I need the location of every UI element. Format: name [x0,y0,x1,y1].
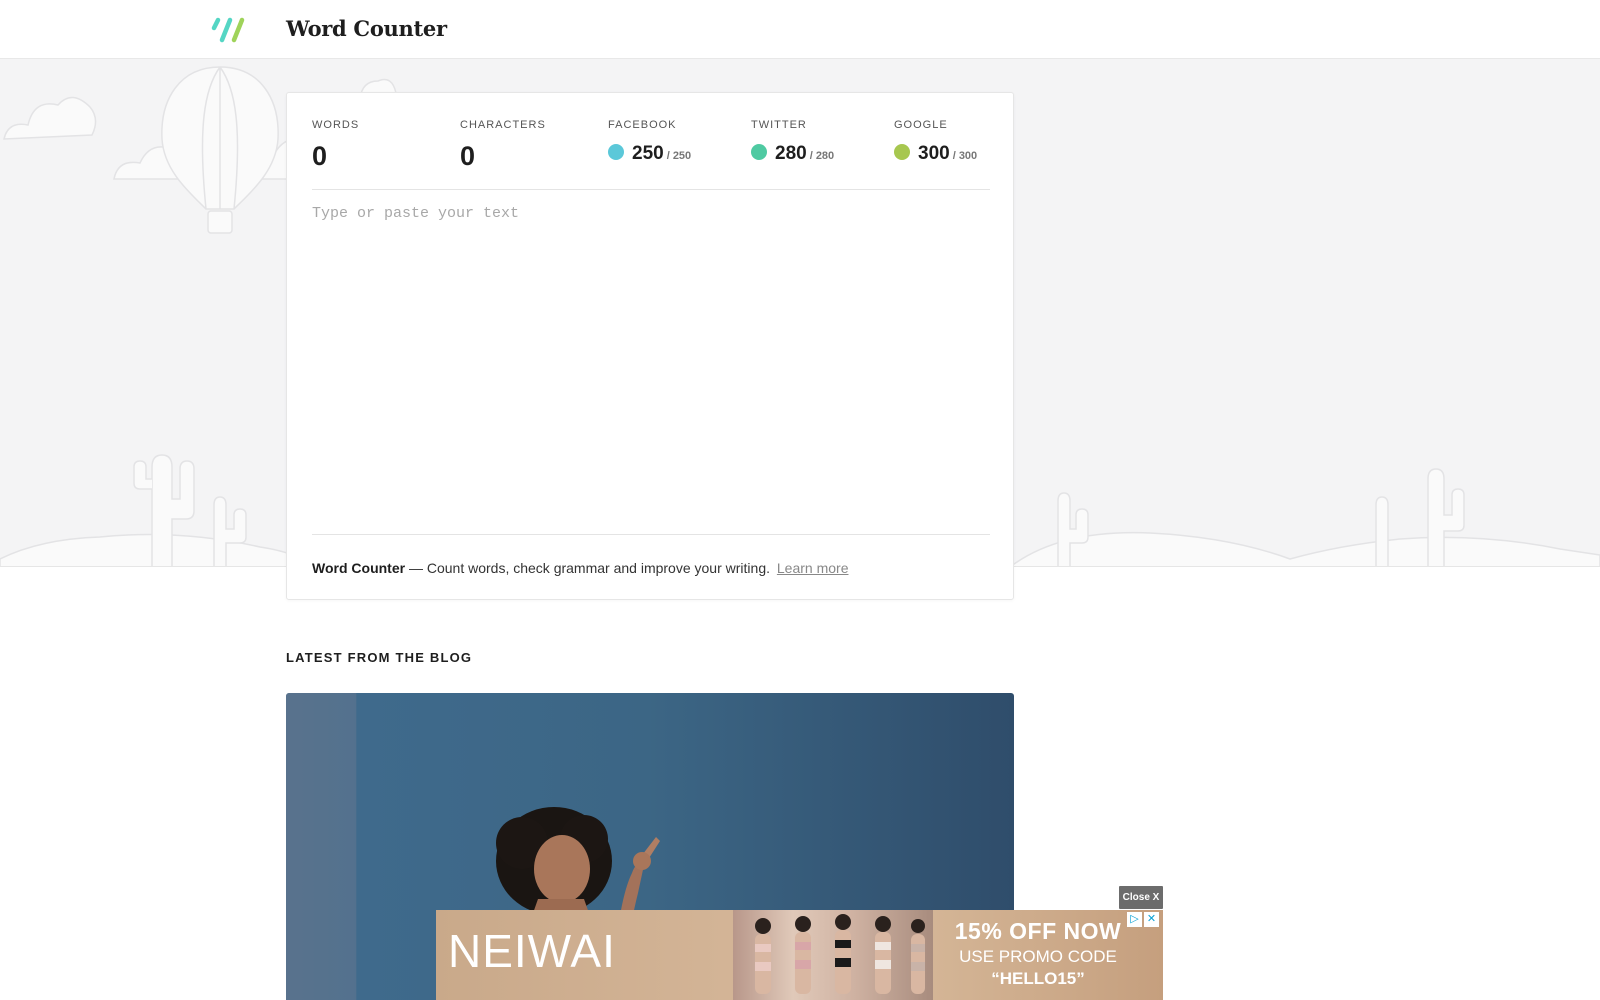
ad-brand: NEIWAI [448,925,616,977]
blog-heading: LATEST FROM THE BLOG [286,650,473,665]
ad-promo-code: “HELLO15” [991,969,1085,988]
stat-twitter-max: / 280 [809,150,835,162]
ad-models-illustration [755,914,925,994]
site-title[interactable]: Word Counter [286,16,447,41]
text-input[interactable] [312,205,990,525]
stat-words-label: WORDS [312,119,360,131]
stat-facebook-max: / 250 [666,150,692,162]
logo-icon[interactable] [210,16,250,44]
adchoices-icon[interactable]: ▷ [1127,912,1142,927]
stat-google-max: / 300 [952,150,978,162]
word-counter-card: WORDS 0 CHARACTERS 0 FACEBOOK 250 / 250 … [286,92,1014,600]
ad-copy: 15% OFF NOW USE PROMO CODE “HELLO15” [923,918,1153,989]
stat-characters-label: CHARACTERS [460,119,546,131]
stat-facebook-value: 250 [632,143,664,164]
card-footer: Word Counter — Count words, check gramma… [312,534,990,600]
stats-bar: WORDS 0 CHARACTERS 0 FACEBOOK 250 / 250 … [312,93,990,190]
ad-banner[interactable]: NEIWAI 15% OFF NOW USE PROMO CODE “HELLO… [436,910,1163,1000]
ad-subline: USE PROMO CODE [959,947,1117,966]
stat-google: GOOGLE 300 / 300 [894,119,977,165]
stat-characters-value: 0 [460,141,476,171]
google-indicator-icon [894,144,910,160]
ad-headline: 15% OFF NOW [954,918,1122,944]
ad-dismiss-icon[interactable]: ✕ [1144,912,1159,927]
ad-product-image [733,910,933,1000]
footer-brand: Word Counter [312,560,406,576]
stat-words-value: 0 [312,141,328,171]
stat-words: WORDS 0 [312,119,359,171]
footer-tagline: — Count words, check grammar and improve… [408,560,770,576]
stat-facebook: FACEBOOK 250 / 250 [608,119,691,165]
stat-google-label: GOOGLE [894,119,948,131]
stat-twitter-value: 280 [775,143,807,164]
stat-characters: CHARACTERS 0 [460,119,546,171]
stat-twitter-label: TWITTER [751,119,807,131]
top-header: Word Counter [0,0,1600,59]
twitter-indicator-icon [751,144,767,160]
ad-controls: ▷ ✕ [1127,912,1159,927]
stat-twitter: TWITTER 280 / 280 [751,119,834,165]
ad-close-button[interactable]: Close X [1119,886,1163,909]
stat-facebook-label: FACEBOOK [608,119,677,131]
facebook-indicator-icon [608,144,624,160]
learn-more-link[interactable]: Learn more [777,560,849,576]
stat-google-value: 300 [918,143,950,164]
